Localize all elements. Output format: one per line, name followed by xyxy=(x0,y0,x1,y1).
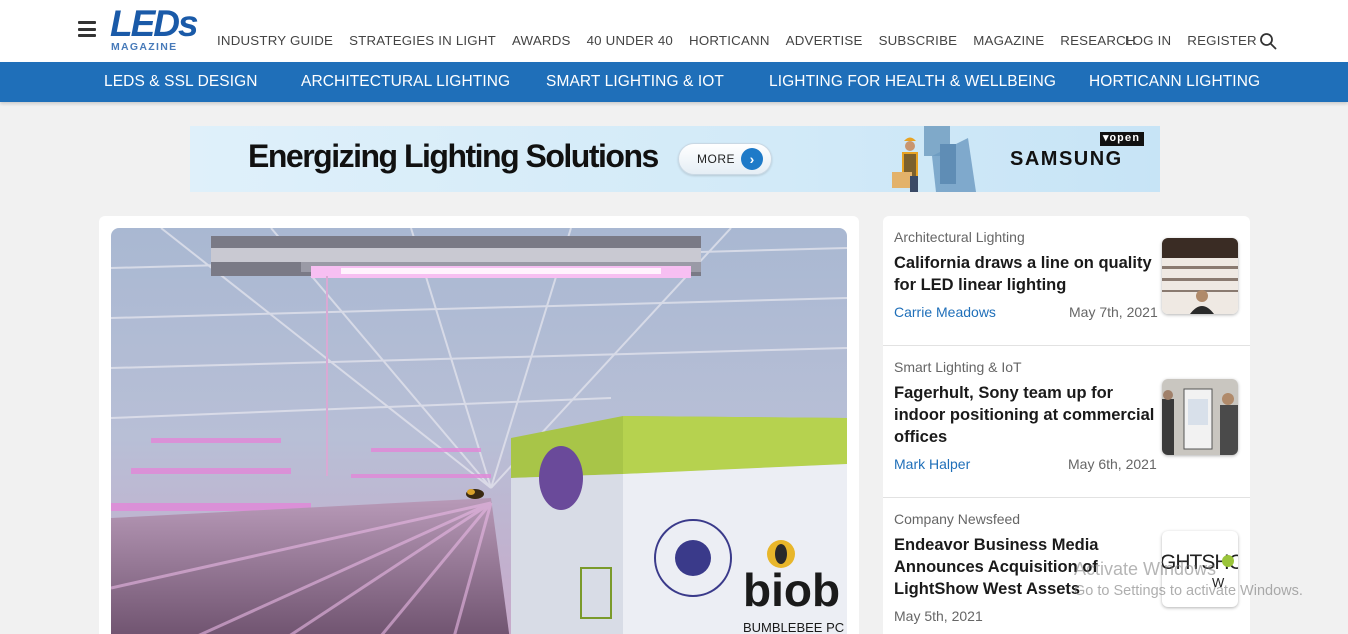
dot-icon xyxy=(1222,555,1234,567)
nav-awards[interactable]: AWARDS xyxy=(512,33,571,48)
article-date: May 5th, 2021 xyxy=(894,608,983,624)
user-nav: LOG IN REGISTER xyxy=(1125,33,1257,48)
ad-more-label: MORE xyxy=(697,152,735,166)
nav-horticann[interactable]: HORTICANN xyxy=(689,33,770,48)
ad-worker-illustration xyxy=(892,126,976,192)
article-thumbnail[interactable] xyxy=(1162,379,1238,455)
ad-open-label: open xyxy=(1109,133,1140,145)
box-subtext: BUMBLEBEE PC xyxy=(743,620,844,634)
category-horticann-lighting[interactable]: HORTICANN LIGHTING xyxy=(1089,73,1260,91)
chevron-right-icon: › xyxy=(741,148,763,170)
activate-windows-title: Activate Windows xyxy=(1074,559,1217,579)
category-architectural-lighting[interactable]: ARCHITECTURAL LIGHTING xyxy=(301,73,510,91)
category-smart-lighting-iot[interactable]: SMART LIGHTING & IOT xyxy=(546,73,724,91)
nav-strategies-in-light[interactable]: STRATEGIES IN LIGHT xyxy=(349,33,496,48)
article-date: May 7th, 2021 xyxy=(1069,304,1158,320)
ad-brand: SAMSUNG xyxy=(1010,148,1123,170)
category-nav: LEDS & SSL DESIGN ARCHITECTURAL LIGHTING… xyxy=(0,62,1348,102)
article-author[interactable]: Carrie Meadows xyxy=(894,304,996,320)
logo-subtext: MAGAZINE xyxy=(111,41,178,53)
greenhouse-photo: biob BUMBLEBEE PC xyxy=(111,228,847,634)
top-header: LEDs MAGAZINE INDUSTRY GUIDE STRATEGIES … xyxy=(0,0,1348,62)
hero-card: biob BUMBLEBEE PC xyxy=(99,216,859,634)
logo-text: LEDs xyxy=(110,3,199,44)
category-leds-ssl-design[interactable]: LEDS & SSL DESIGN xyxy=(104,73,258,91)
search-icon[interactable] xyxy=(1259,32,1277,50)
ad-more-button[interactable]: MORE › xyxy=(678,143,772,175)
menu-icon[interactable] xyxy=(78,21,96,37)
nav-industry-guide[interactable]: INDUSTRY GUIDE xyxy=(217,33,333,48)
login-link[interactable]: LOG IN xyxy=(1125,33,1171,48)
article-category[interactable]: Smart Lighting & IoT xyxy=(894,359,1022,375)
nav-magazine[interactable]: MAGAZINE xyxy=(973,33,1044,48)
register-link[interactable]: REGISTER xyxy=(1187,33,1257,48)
article-title[interactable]: Fagerhult, Sony team up for indoor posit… xyxy=(894,382,1156,448)
list-item: Smart Lighting & IoT Fagerhult, Sony tea… xyxy=(883,346,1250,498)
ad-banner[interactable]: Energizing Lighting Solutions MORE › SAM… xyxy=(190,126,1160,192)
nav-40-under-40[interactable]: 40 UNDER 40 xyxy=(587,33,673,48)
article-date: May 6th, 2021 xyxy=(1068,456,1157,472)
site-logo[interactable]: LEDs MAGAZINE xyxy=(110,3,206,54)
category-lighting-health-wellbeing[interactable]: LIGHTING FOR HEALTH & WELLBEING xyxy=(769,73,1056,91)
ad-headline: Energizing Lighting Solutions xyxy=(248,138,659,174)
list-item: Architectural Lighting California draws … xyxy=(883,216,1250,346)
box-brand-text: biob xyxy=(743,564,840,616)
ad-open-tag: ▾open xyxy=(1100,132,1144,146)
article-title[interactable]: California draws a line on quality for L… xyxy=(894,252,1156,296)
article-thumbnail[interactable] xyxy=(1162,238,1238,314)
nav-subscribe[interactable]: SUBSCRIBE xyxy=(879,33,958,48)
article-author[interactable]: Mark Halper xyxy=(894,456,970,472)
hero-image[interactable]: biob BUMBLEBEE PC xyxy=(111,228,847,634)
article-category[interactable]: Architectural Lighting xyxy=(894,229,1025,245)
nav-advertise[interactable]: ADVERTISE xyxy=(786,33,863,48)
article-category[interactable]: Company Newsfeed xyxy=(894,511,1020,527)
top-nav: INDUSTRY GUIDE STRATEGIES IN LIGHT AWARD… xyxy=(217,33,1136,48)
activate-windows-subtitle: Go to Settings to activate Windows. xyxy=(1074,583,1303,599)
